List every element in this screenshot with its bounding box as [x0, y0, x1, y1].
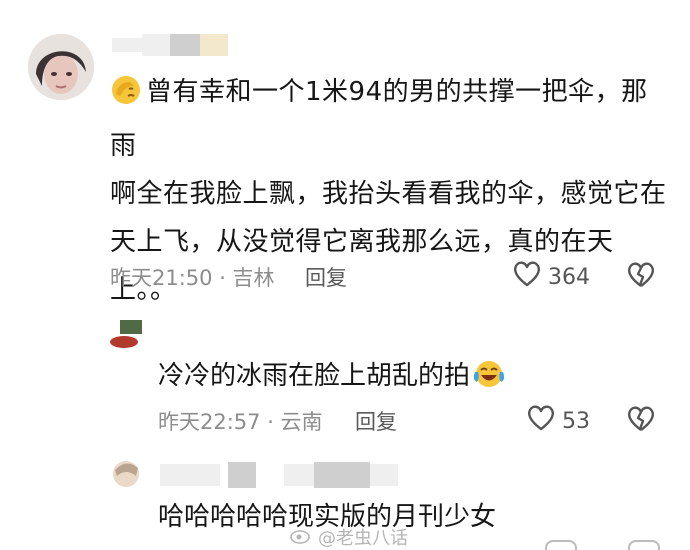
- username-censor: [200, 34, 228, 56]
- username-censor: [170, 34, 200, 56]
- broken-heart-icon[interactable]: [628, 540, 660, 550]
- username-censor: [284, 464, 314, 486]
- username-censor: [228, 462, 256, 488]
- username-censor: [314, 462, 370, 488]
- broken-heart-icon[interactable]: [626, 261, 656, 293]
- reply-button[interactable]: 回复: [305, 262, 347, 292]
- timestamp-location: 昨天21:50 · 吉林: [110, 266, 275, 290]
- timestamp-location: 昨天22:57 · 云南: [158, 410, 323, 434]
- like-button[interactable]: 364: [512, 260, 590, 294]
- like-count: 364: [548, 264, 590, 290]
- comment-line: 啊全在我脸上飘，我抬头看看我的伞，感觉它在: [110, 179, 667, 209]
- username-censor: [112, 38, 142, 52]
- avatar[interactable]: [28, 34, 94, 100]
- heart-outline-icon: [526, 404, 556, 438]
- username-censor: [160, 464, 220, 486]
- reply-text-content: 冷冷的冰雨在脸上胡乱的拍: [158, 361, 471, 391]
- avatar[interactable]: [110, 458, 144, 488]
- reply-button[interactable]: 回复: [355, 406, 397, 436]
- username-censor: [142, 34, 170, 56]
- like-button[interactable]: 53: [526, 404, 590, 438]
- username-censor: [370, 464, 398, 486]
- watermark: @老虫八话: [290, 524, 408, 550]
- heart-outline-icon[interactable]: [545, 540, 577, 550]
- watermark-text: @老虫八话: [318, 528, 408, 549]
- reply-text: 冷冷的冰雨在脸上胡乱的拍: [158, 358, 510, 399]
- avatar[interactable]: [110, 320, 144, 348]
- heart-outline-icon: [512, 260, 542, 294]
- laugh-cry-emoji: [472, 358, 506, 399]
- weibo-logo-icon: [290, 526, 312, 549]
- like-count: 53: [562, 408, 590, 434]
- broken-heart-icon[interactable]: [626, 405, 656, 437]
- comment-line: 曾有幸和一个1米94的男的共撑一把伞，那雨: [110, 77, 648, 161]
- comment-line: 天上飞，从没觉得它离我那么远，真的在天: [110, 227, 614, 257]
- face-palm-emoji: [110, 74, 142, 122]
